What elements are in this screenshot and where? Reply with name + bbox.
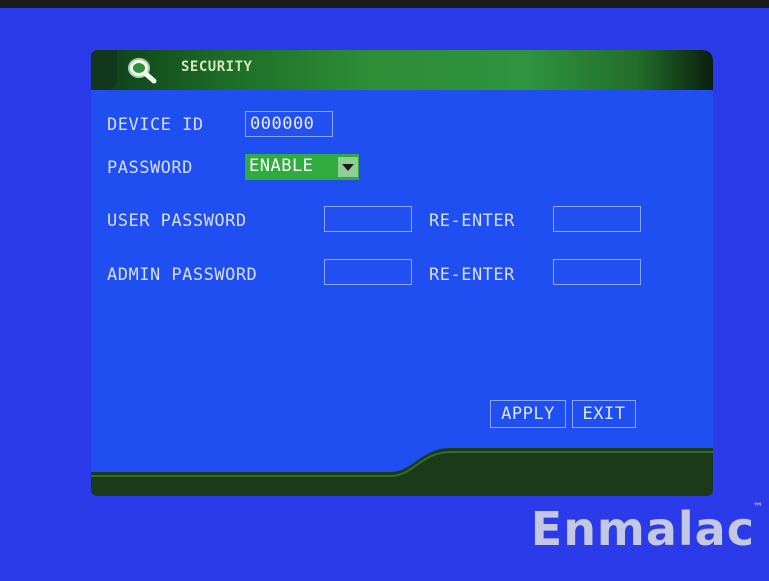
admin-reenter-label: RE-ENTER xyxy=(429,265,515,285)
device-id-value: 000000 xyxy=(250,114,315,134)
device-id-label: DEVICE ID xyxy=(107,115,204,135)
device-id-field[interactable]: 000000 xyxy=(245,111,333,137)
admin-password-field[interactable] xyxy=(324,259,412,285)
admin-password-label: ADMIN PASSWORD xyxy=(107,265,258,285)
user-password-label: USER PASSWORD xyxy=(107,211,247,231)
user-password-field[interactable] xyxy=(324,206,412,232)
user-reenter-label: RE-ENTER xyxy=(429,211,515,231)
exit-button[interactable]: EXIT xyxy=(572,400,636,428)
brand-logo: Enmalac xyxy=(530,502,755,556)
top-strip xyxy=(0,0,769,8)
chevron-down-icon[interactable] xyxy=(338,157,358,177)
password-select[interactable]: ENABLE xyxy=(245,154,359,180)
apply-button[interactable]: APPLY xyxy=(490,400,566,428)
user-reenter-field[interactable] xyxy=(553,206,641,232)
password-select-value: ENABLE xyxy=(249,156,314,176)
security-dialog: SECURITY DEVICE ID 000000 PASSWORD ENABL… xyxy=(91,50,713,496)
brand-trademark: ™ xyxy=(753,502,763,513)
admin-reenter-field[interactable] xyxy=(553,259,641,285)
password-label: PASSWORD xyxy=(107,158,193,178)
